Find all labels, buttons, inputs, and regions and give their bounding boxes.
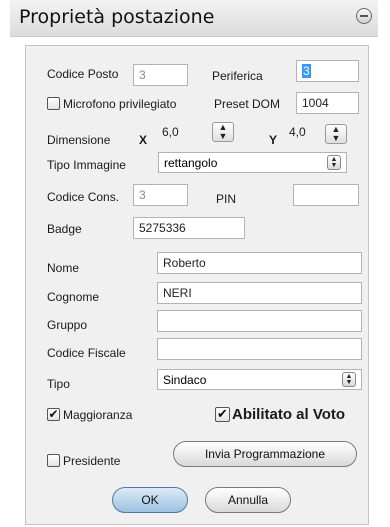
pin-field[interactable]: [293, 184, 359, 206]
tipo-select[interactable]: Sindaco ▲ ▼: [157, 369, 362, 390]
dim-x-stepper-icon[interactable]: ▲ ▼: [212, 122, 234, 142]
preset-dom-label: Preset DOM: [214, 97, 281, 111]
cognome-field[interactable]: NERI: [157, 282, 362, 304]
periferica-label: Periferica: [212, 69, 263, 83]
microfono-checkbox[interactable]: [47, 97, 60, 110]
annulla-button[interactable]: Annulla: [205, 487, 291, 513]
tipo-label: Tipo: [47, 377, 70, 391]
close-icon[interactable]: [356, 8, 372, 24]
gruppo-label: Gruppo: [47, 318, 88, 332]
codice-fiscale-field[interactable]: [157, 338, 362, 360]
dim-x-field[interactable]: 6,0: [158, 122, 216, 144]
tipo-dropdown-icon[interactable]: ▲ ▼: [342, 372, 356, 387]
preset-dom-field[interactable]: 1004: [296, 92, 359, 114]
tipo-value: Sindaco: [163, 373, 207, 387]
title-bar: Proprietà postazione: [10, 0, 378, 37]
nome-field[interactable]: Roberto: [157, 252, 362, 274]
cognome-label: Cognome: [47, 290, 100, 304]
pin-label: PIN: [216, 192, 237, 206]
abilitato-label: Abilitato al Voto: [232, 406, 346, 423]
codice-fiscale-label: Codice Fiscale: [47, 346, 126, 360]
badge-field[interactable]: 5275336: [133, 217, 245, 239]
dimensione-label: Dimensione: [47, 133, 111, 147]
periferica-field[interactable]: 3: [296, 60, 359, 82]
invia-programmazione-button[interactable]: Invia Programmazione: [173, 441, 357, 467]
presidente-label: Presidente: [63, 454, 121, 468]
badge-label: Badge: [47, 222, 82, 236]
presidente-checkbox[interactable]: [47, 454, 60, 467]
ok-button[interactable]: OK: [112, 487, 188, 513]
abilitato-checkbox[interactable]: ✔: [215, 407, 230, 422]
maggioranza-checkbox[interactable]: ✔: [47, 408, 60, 421]
tipo-immagine-dropdown-icon[interactable]: ▲ ▼: [327, 155, 341, 170]
maggioranza-label: Maggioranza: [63, 408, 133, 422]
microfono-label: Microfono privilegiato: [63, 97, 177, 111]
tipo-immagine-value: rettangolo: [164, 156, 218, 170]
form-panel: Codice Posto 3 Periferica 3 Microfono pr…: [25, 45, 369, 525]
codice-posto-field[interactable]: 3: [133, 64, 188, 86]
x-label: X: [139, 133, 148, 147]
dim-y-stepper-icon[interactable]: ▲ ▼: [325, 124, 347, 144]
gruppo-field[interactable]: [157, 310, 362, 332]
y-label: Y: [269, 133, 278, 147]
dialog-title: Proprietà postazione: [19, 6, 215, 28]
properties-dialog: Proprietà postazione Codice Posto 3 Peri…: [10, 0, 378, 527]
codice-cons-label: Codice Cons.: [47, 190, 120, 204]
codice-cons-field[interactable]: 3: [133, 184, 188, 206]
tipo-immagine-select[interactable]: rettangolo ▲ ▼: [158, 152, 347, 173]
periferica-value: 3: [302, 64, 311, 78]
codice-posto-label: Codice Posto: [47, 67, 119, 81]
tipo-immagine-label: Tipo Immagine: [47, 158, 126, 172]
nome-label: Nome: [47, 261, 80, 275]
